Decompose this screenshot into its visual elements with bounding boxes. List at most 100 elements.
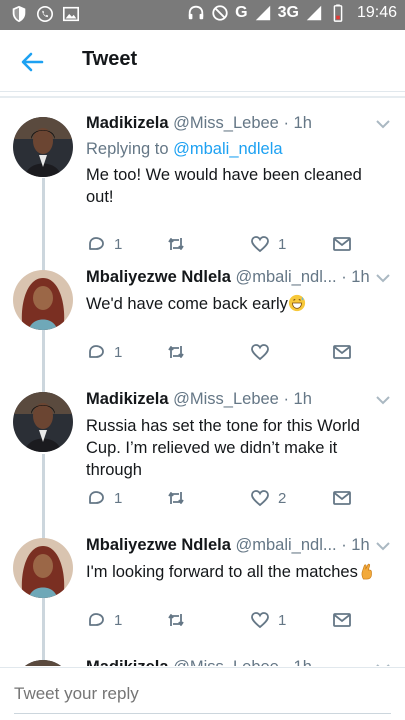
reply-icon [89,491,104,504]
like-button[interactable] [250,342,278,362]
reply-button[interactable]: 1 [86,234,122,254]
mail-icon [333,491,351,505]
tweet-text: Russia has set the tone for this World C… [86,417,360,479]
reply-count: 1 [114,489,123,507]
tweet-thread[interactable]: Madikizela @Miss_Lebee · 1h Replying to … [0,96,405,666]
do-not-disturb-icon [212,5,228,21]
retweet-icon [168,614,184,626]
crossed-fingers-emoji [361,563,372,580]
like-button[interactable]: 2 [250,488,286,508]
mail-icon [333,237,351,251]
mention-link[interactable]: @mbali_ndlela [173,140,282,158]
tweet-text-content: I'm looking forward to all the matches [86,563,358,581]
like-count: 1 [278,611,287,629]
shield-icon [12,5,26,23]
tweet-item[interactable]: Madikizela @Miss_Lebee · 1h [0,656,405,666]
tweet-actions: 1 1 [86,610,365,632]
reply-composer [0,667,405,720]
share-button[interactable] [332,234,352,254]
tweet-header: Mbaliyezwe Ndlela @mbali_ndl... · 1h [86,266,391,288]
chevron-down-icon[interactable] [375,270,391,286]
reply-count: 1 [114,235,123,253]
tweet-header: Madikizela @Miss_Lebee · 1h [86,388,391,410]
share-button[interactable] [332,342,352,362]
author-handle[interactable]: @mbali_ndl... [235,268,336,286]
chevron-down-icon[interactable] [375,392,391,408]
app-header: Tweet [0,30,405,92]
reply-input[interactable] [14,678,391,710]
author-name[interactable]: Madikizela [86,390,169,408]
reply-count: 1 [114,343,123,361]
tweet-time: · 1h [283,658,311,666]
avatar[interactable] [13,270,73,330]
replying-to: Replying to @mbali_ndlela [86,140,391,159]
reply-button[interactable]: 1 [86,342,122,362]
chevron-down-icon[interactable] [375,538,391,554]
avatar[interactable] [13,660,73,666]
share-button[interactable] [332,610,352,630]
author-name[interactable]: Madikizela [86,658,169,666]
arrow-left-icon[interactable] [18,48,46,76]
tweet-time: · 1h [341,536,370,554]
retweet-button[interactable] [166,234,194,254]
tweet-item[interactable]: Madikizela @Miss_Lebee · 1h Russia has s… [0,388,405,524]
heart-icon [251,344,269,361]
avatar[interactable] [13,392,73,452]
network-3g-label: 3G [277,4,299,21]
tweet-item[interactable]: Mbaliyezwe Ndlela @mbali_ndl... · 1h We'… [0,266,405,384]
tweet-time: · 1h [283,114,312,132]
tweet-text: I'm looking forward to all the matches [86,561,391,583]
network-type: G [235,4,248,21]
retweet-icon [168,492,184,504]
author-handle[interactable]: @Miss_Lebee [173,114,279,132]
retweet-button[interactable] [166,488,194,508]
reply-count: 1 [114,611,123,629]
heart-icon [251,612,269,629]
image-icon [62,6,80,22]
page-title: Tweet [82,48,138,70]
tweet-actions: 1 1 [86,234,365,256]
reply-icon [89,345,104,358]
retweet-icon [168,346,184,358]
retweet-button[interactable] [166,610,194,630]
avatar[interactable] [13,538,73,598]
tweet-item[interactable]: Mbaliyezwe Ndlela @mbali_ndl... · 1h I'm… [0,534,405,652]
status-bar: G 3G 19:46 [0,0,405,30]
tweet-item[interactable]: Madikizela @Miss_Lebee · 1h Replying to … [0,112,405,262]
reply-icon [89,237,104,250]
like-button[interactable]: 1 [250,610,286,630]
tweet-text-content: We'd have come back early [86,295,288,313]
chevron-down-icon[interactable] [375,116,391,132]
tweet-header: Madikizela @Miss_Lebee · 1h [86,656,391,666]
like-count: 2 [278,489,287,507]
tweet-time: · 1h [341,268,370,286]
author-name[interactable]: Mbaliyezwe Ndlela [86,268,231,286]
headphones-icon [188,5,204,20]
like-button[interactable]: 1 [250,234,286,254]
author-handle[interactable]: @Miss_Lebee [173,658,279,666]
retweet-button[interactable] [166,342,194,362]
tweet-header: Madikizela @Miss_Lebee · 1h [86,112,391,134]
tweet-header: Mbaliyezwe Ndlela @mbali_ndl... · 1h [86,534,391,556]
input-underline [14,713,391,714]
like-count: 1 [278,235,287,253]
grinning-sweat-emoji [288,294,305,312]
heart-icon [251,490,269,507]
tweet-actions: 1 2 [86,488,365,510]
author-handle[interactable]: @Miss_Lebee [173,390,279,408]
reply-button[interactable]: 1 [86,488,122,508]
share-button[interactable] [332,488,352,508]
mail-icon [333,613,351,627]
reply-button[interactable]: 1 [86,610,122,630]
signal-icon [255,5,270,21]
tweet-text: Me too! We would have been cleaned out! [86,166,362,206]
clock: 19:46 [356,4,397,21]
heart-icon [251,236,269,253]
author-name[interactable]: Mbaliyezwe Ndlela [86,536,231,554]
author-name[interactable]: Madikizela [86,114,169,132]
chevron-down-icon[interactable] [375,660,391,666]
replying-to-label: Replying to [86,140,174,158]
author-handle[interactable]: @mbali_ndl... [235,536,336,554]
avatar[interactable] [13,117,73,177]
retweet-icon [168,238,184,250]
